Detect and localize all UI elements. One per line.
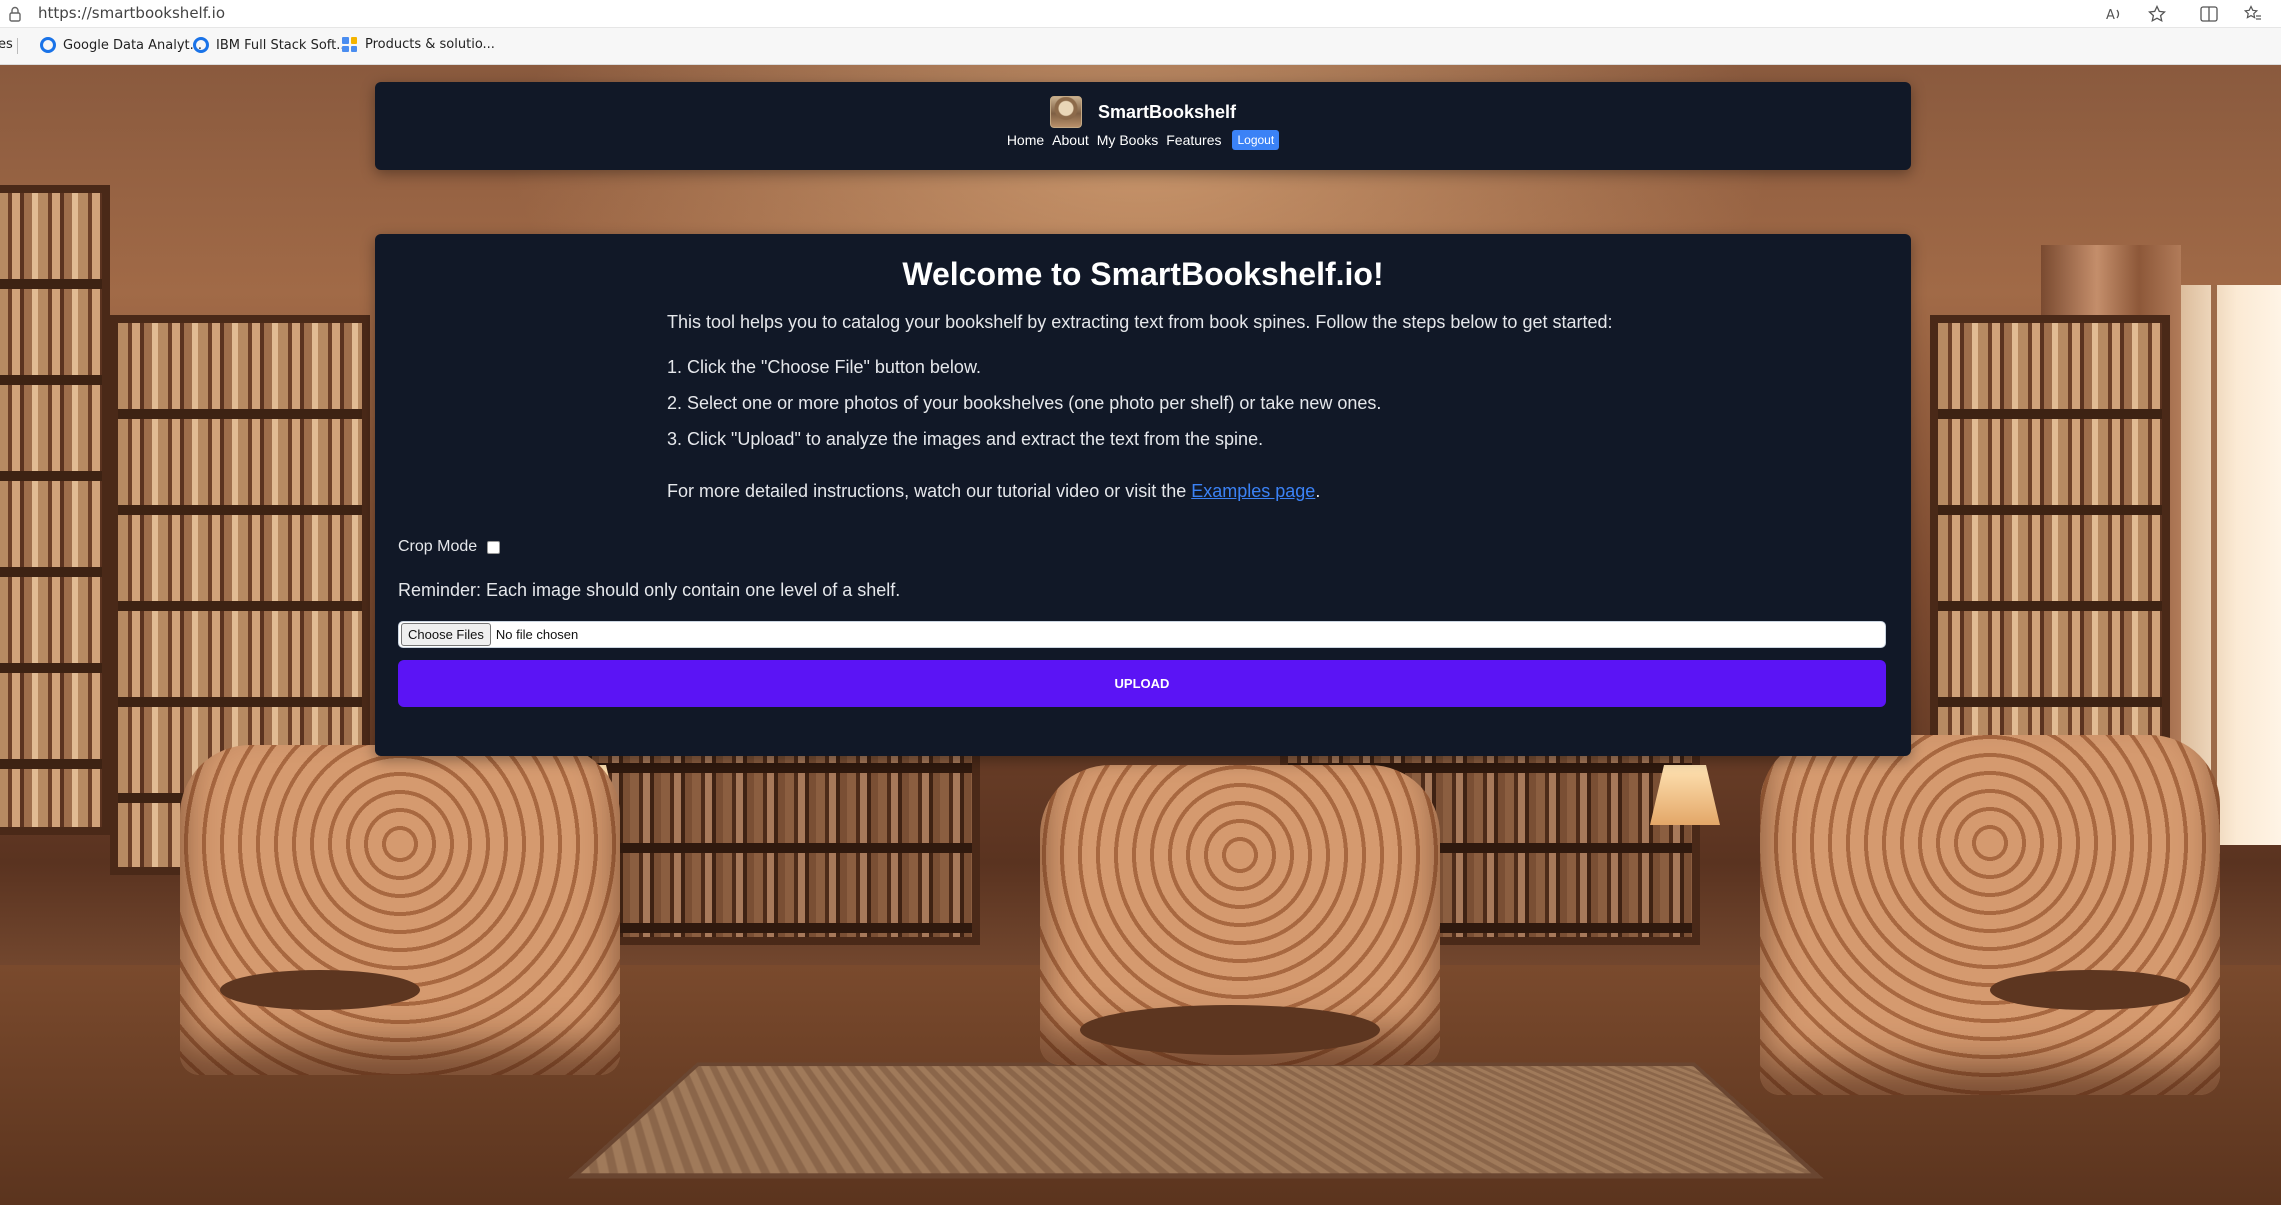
read-aloud-icon[interactable]: A — [2104, 3, 2126, 25]
url-text[interactable]: https://smartbookshelf.io — [38, 4, 225, 22]
bookmark-item[interactable]: IBM Full Stack Soft... — [193, 37, 349, 53]
lock-icon — [9, 6, 21, 22]
file-input[interactable]: Choose Files No file chosen — [398, 621, 1886, 648]
intro-text: This tool helps you to catalog your book… — [667, 312, 1613, 332]
bookmark-item[interactable]: Google Data Analyt... — [40, 37, 202, 53]
bookmark-label: Google Data Analyt... — [63, 37, 203, 53]
rug — [568, 1062, 1824, 1179]
bookshelf — [0, 185, 110, 835]
upload-button[interactable]: UPLOAD — [398, 660, 1886, 707]
instructions-suffix: . — [1315, 481, 1321, 501]
favorites-list-icon[interactable] — [2242, 3, 2264, 25]
grid-icon — [342, 37, 357, 52]
coffee-table — [1080, 1005, 1380, 1055]
split-screen-icon[interactable] — [2198, 3, 2220, 25]
bookmark-label: Products & solutio... — [365, 37, 495, 52]
step-item: 3. Click "Upload" to analyze the images … — [667, 429, 1264, 449]
step-item: 1. Click the "Choose File" button below. — [667, 357, 981, 377]
nav-link-about[interactable]: About — [1052, 132, 1089, 148]
google-icon — [40, 37, 56, 53]
bookmark-divider — [17, 38, 18, 54]
nav-links: Home About My Books Features Logout — [375, 130, 1911, 150]
google-icon — [193, 37, 209, 53]
side-table — [220, 970, 420, 1010]
crop-mode-row: Crop Mode — [398, 538, 501, 556]
examples-page-link[interactable]: Examples page — [1191, 481, 1315, 501]
bookmark-label: IBM Full Stack Soft... — [216, 37, 349, 53]
bookmark-item[interactable]: Products & solutio... — [342, 37, 495, 52]
reminder-text: Reminder: Each image should only contain… — [398, 580, 901, 600]
logout-button[interactable]: Logout — [1232, 130, 1280, 150]
svg-text:A: A — [2106, 8, 2115, 22]
brand[interactable]: SmartBookshelf — [375, 96, 1911, 128]
file-status-text: No file chosen — [495, 627, 579, 642]
nav-link-features[interactable]: Features — [1166, 132, 1221, 148]
address-bar: https://smartbookshelf.io A — [0, 0, 2281, 28]
nav-link-my-books[interactable]: My Books — [1097, 132, 1158, 148]
crop-mode-label: Crop Mode — [398, 538, 478, 555]
step-item: 2. Select one or more photos of your boo… — [667, 393, 1382, 413]
logo — [1049, 96, 1082, 128]
favorite-star-icon[interactable] — [2146, 3, 2168, 25]
instructions-text: For more detailed instructions, watch ou… — [667, 481, 1320, 502]
side-table — [1990, 970, 2190, 1010]
bookmark-item[interactable]: es — [0, 37, 13, 52]
upload-panel: Welcome to SmartBookshelf.io! This tool … — [375, 234, 1911, 756]
page-title: Welcome to SmartBookshelf.io! — [902, 256, 1384, 292]
armchair — [1760, 735, 2220, 1095]
bookmark-label: es — [0, 37, 13, 52]
bookmarks-bar: es Google Data Analyt... IBM Full Stack … — [0, 28, 2281, 65]
instructions-prefix: For more detailed instructions, watch ou… — [667, 481, 1192, 501]
choose-files-button[interactable]: Choose Files — [401, 623, 491, 646]
armchair — [180, 745, 620, 1075]
crop-mode-checkbox[interactable] — [487, 540, 501, 554]
navbar: SmartBookshelf Home About My Books Featu… — [375, 82, 1911, 170]
nav-link-home[interactable]: Home — [1007, 132, 1044, 148]
brand-name: SmartBookshelf — [1097, 101, 1237, 122]
